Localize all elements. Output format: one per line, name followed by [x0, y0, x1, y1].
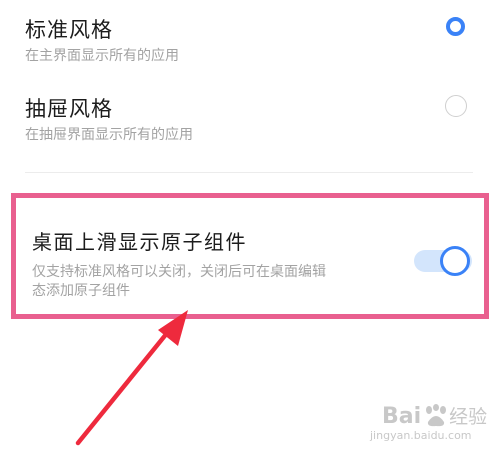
- radio-standard-selected[interactable]: [446, 17, 465, 36]
- swipe-up-atomic-widgets-description-line2: 态添加原子组件: [32, 283, 130, 299]
- watermark-url: jingyan.baidu.com: [370, 429, 472, 442]
- option-standard-description: 在主界面显示所有的应用: [25, 48, 179, 64]
- option-drawer-description: 在抽屉界面显示所有的应用: [25, 127, 193, 143]
- option-drawer-style[interactable]: 抽屉风格 在抽屉界面显示所有的应用: [0, 80, 502, 160]
- watermark-brand: Bai 经验: [382, 402, 487, 429]
- swipe-up-atomic-widgets-title: 桌面上滑显示原子组件: [32, 230, 247, 254]
- watermark-brand-a: Bai: [382, 404, 422, 429]
- watermark-brand-b: 经验: [449, 406, 488, 428]
- radio-drawer-unselected[interactable]: [445, 95, 467, 117]
- option-drawer-title: 抽屉风格: [25, 97, 113, 121]
- section-divider: [25, 172, 473, 173]
- toggle-thumb: [440, 246, 470, 276]
- option-standard-style[interactable]: 标准风格 在主界面显示所有的应用: [0, 0, 502, 80]
- launcher-style-settings: 标准风格 在主界面显示所有的应用 抽屉风格 在抽屉界面显示所有的应用 桌面上滑显…: [0, 0, 502, 457]
- swipe-up-atomic-widgets-toggle[interactable]: [414, 246, 472, 276]
- swipe-up-atomic-widgets-description-line1: 仅支持标准风格可以关闭，关闭后可在桌面编辑: [32, 264, 326, 280]
- option-standard-title: 标准风格: [25, 18, 113, 42]
- baidu-jingyan-watermark: Bai 经验 jingyan.baidu.com: [360, 400, 490, 450]
